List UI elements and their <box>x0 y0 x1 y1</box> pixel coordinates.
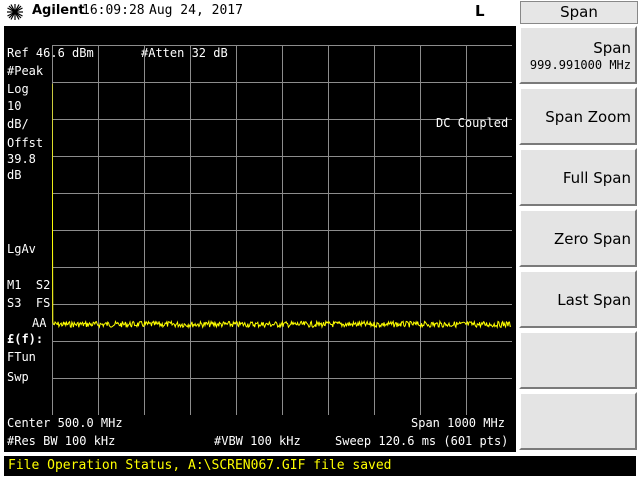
zero-span-softkey[interactable]: Zero Span <box>519 209 637 267</box>
scale-unit: dB/ <box>7 117 29 131</box>
blank-softkey-6[interactable] <box>519 331 637 389</box>
last-span-softkey[interactable]: Last Span <box>519 270 637 328</box>
scale-type: Log <box>7 82 29 96</box>
span-zoom-softkey[interactable]: Span Zoom <box>519 87 637 145</box>
clock-date: Aug 24, 2017 <box>149 3 243 18</box>
spectrum-display: Ref 46.6 dBm #Atten 32 dB #Peak Log 10 d… <box>4 26 516 452</box>
mode-indicator: L <box>475 2 485 20</box>
span-softkey-value: 999.991000 MHz <box>529 58 631 72</box>
scale-value: 10 <box>7 99 22 113</box>
trace-mode-2: S3 FS <box>7 296 51 310</box>
span-zoom-label: Span Zoom <box>545 108 631 126</box>
coupling-indicator: DC Coupled <box>436 116 509 130</box>
softkey-menu: Span Span 999.991000 MHz Span Zoom Full … <box>518 0 640 452</box>
span-readout: Span 1000 MHz <box>411 416 505 430</box>
trace-mode-3: AA <box>32 316 47 330</box>
offset-value: 39.8 <box>7 152 36 166</box>
status-message: File Operation Status, A:\SCREN067.GIF f… <box>8 458 392 473</box>
resolution-bandwidth: #Res BW 100 kHz <box>7 434 116 448</box>
spectrum-graticule <box>52 45 512 415</box>
full-span-label: Full Span <box>562 169 631 187</box>
offset-unit: dB <box>7 168 22 182</box>
title-bar: Agilent 16:09:28 Aug 24, 2017 L <box>0 0 516 24</box>
function-label: £(f): <box>7 332 44 346</box>
trace-mode-1: M1 S2 <box>7 278 51 292</box>
span-softkey-label: Span <box>593 39 631 57</box>
detector-label: #Peak <box>7 64 44 78</box>
last-span-label: Last Span <box>557 291 631 309</box>
agilent-spark-icon <box>7 4 23 20</box>
offset-label: Offst <box>7 136 44 150</box>
video-bandwidth: #VBW 100 kHz <box>214 434 301 448</box>
blank-softkey-7[interactable] <box>519 392 637 450</box>
center-frequency: Center 500.0 MHz <box>7 416 123 430</box>
brand-name: Agilent <box>32 3 85 18</box>
zero-span-label: Zero Span <box>553 230 631 248</box>
sweep-label: Swp <box>7 370 29 384</box>
ftun-label: FTun <box>7 350 36 364</box>
status-bar: File Operation Status, A:\SCREN067.GIF f… <box>4 456 636 476</box>
menu-title: Span <box>520 1 638 24</box>
average-type: LgAv <box>7 242 36 256</box>
sweep-time: Sweep 120.6 ms (601 pts) <box>335 434 509 448</box>
span-softkey[interactable]: Span 999.991000 MHz <box>519 26 637 84</box>
clock-time: 16:09:28 <box>82 3 145 18</box>
full-span-softkey[interactable]: Full Span <box>519 148 637 206</box>
